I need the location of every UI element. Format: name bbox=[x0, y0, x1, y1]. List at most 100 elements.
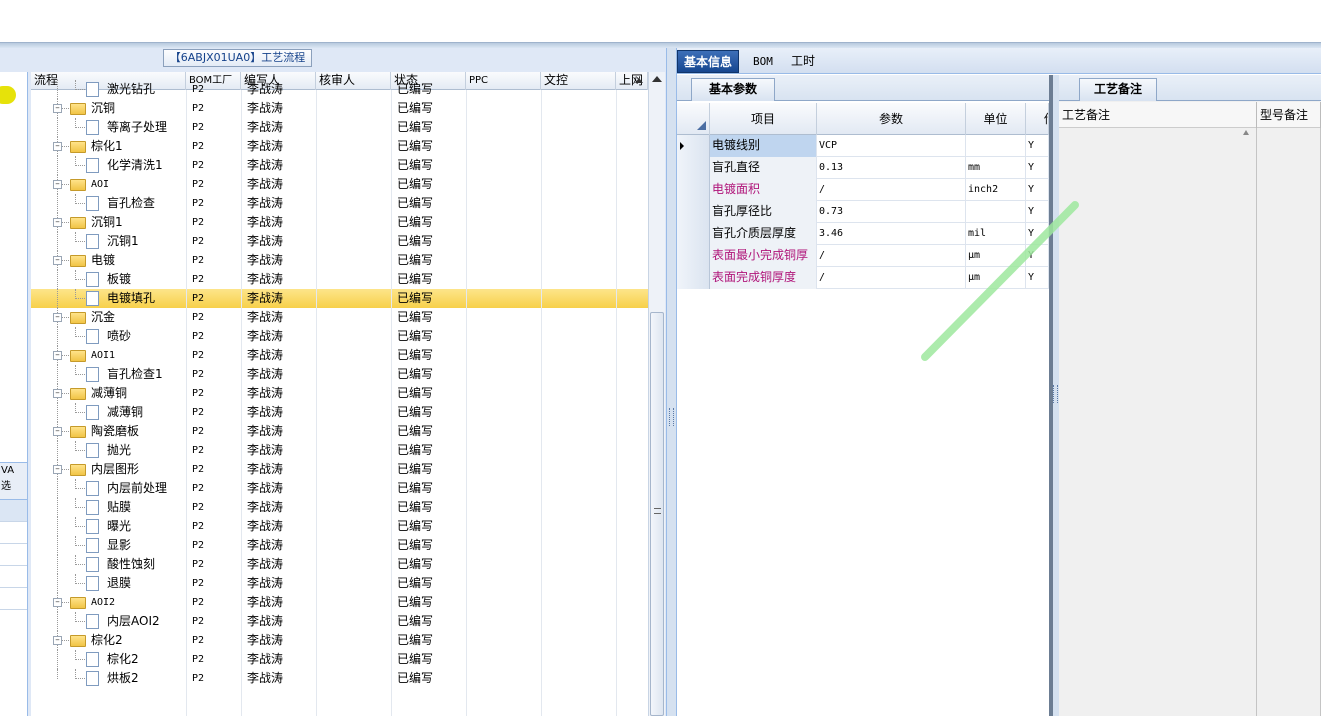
collapse-toggle-icon[interactable]: – bbox=[53, 389, 62, 398]
tree-row[interactable]: 等离子处理 P2 李战涛 已编写 bbox=[31, 118, 648, 137]
param-flag-cell[interactable]: Y bbox=[1026, 245, 1049, 267]
tree-row[interactable]: 棕化2 P2 李战涛 已编写 bbox=[31, 650, 648, 669]
param-unit-cell[interactable] bbox=[966, 201, 1026, 223]
param-flag-cell[interactable]: Y bbox=[1026, 179, 1049, 201]
tree-row[interactable]: 盲孔检查 P2 李战涛 已编写 bbox=[31, 194, 648, 213]
params-row[interactable]: 盲孔直径 0.13 mm Y bbox=[677, 157, 1049, 179]
params-row[interactable]: 表面完成铜厚度 / μm Y bbox=[677, 267, 1049, 289]
params-row[interactable]: 电镀线别 VCP Y bbox=[677, 135, 1049, 157]
column-header-unit[interactable]: 单位 bbox=[966, 103, 1026, 135]
tree-row[interactable]: 激光钻孔 P2 李战涛 已编写 bbox=[31, 80, 648, 99]
tree-row[interactable]: – 沉铜1 P2 李战涛 已编写 bbox=[31, 213, 648, 232]
param-unit-cell[interactable]: mm bbox=[966, 157, 1026, 179]
tree-row[interactable]: 盲孔检查1 P2 李战涛 已编写 bbox=[31, 365, 648, 384]
param-unit-cell[interactable] bbox=[966, 135, 1026, 157]
param-value-cell[interactable]: / bbox=[817, 245, 966, 267]
tree-row[interactable]: – 电镀 P2 李战涛 已编写 bbox=[31, 251, 648, 270]
tab-bom[interactable]: BOM bbox=[747, 50, 779, 73]
scroll-thumb[interactable] bbox=[650, 312, 664, 716]
splitter-handle-icon[interactable] bbox=[1053, 385, 1058, 403]
tree-row[interactable]: – 减薄铜 P2 李战涛 已编写 bbox=[31, 384, 648, 403]
notes-column-area[interactable] bbox=[1059, 128, 1257, 716]
tree-row[interactable]: 抛光 P2 李战涛 已编写 bbox=[31, 441, 648, 460]
column-header-model-notes[interactable]: 型号备注 bbox=[1257, 102, 1321, 128]
tab-process-notes[interactable]: 工艺备注 bbox=[1079, 78, 1157, 101]
notes-column-area[interactable] bbox=[1257, 128, 1321, 716]
column-header-upload[interactable]: 传 bbox=[1026, 103, 1049, 135]
param-value-cell[interactable]: / bbox=[817, 267, 966, 289]
param-flag-cell[interactable]: Y bbox=[1026, 201, 1049, 223]
param-item-cell[interactable]: 表面完成铜厚度 bbox=[710, 267, 817, 289]
param-item-cell[interactable]: 盲孔厚径比 bbox=[710, 201, 817, 223]
collapse-toggle-icon[interactable]: – bbox=[53, 351, 62, 360]
row-indicator[interactable] bbox=[677, 179, 710, 201]
param-value-cell[interactable]: / bbox=[817, 179, 966, 201]
collapse-toggle-icon[interactable]: – bbox=[53, 142, 62, 151]
tree-row[interactable]: 内层AOI2 P2 李战涛 已编写 bbox=[31, 612, 648, 631]
column-header-process-notes[interactable]: 工艺备注 bbox=[1059, 102, 1257, 128]
list-item[interactable] bbox=[0, 566, 27, 588]
param-item-cell[interactable]: 电镀线别 bbox=[710, 135, 817, 157]
param-value-cell[interactable]: VCP bbox=[817, 135, 966, 157]
param-value-cell[interactable]: 0.13 bbox=[817, 157, 966, 179]
tree-row[interactable]: 电镀填孔 P2 李战涛 已编写 bbox=[31, 289, 648, 308]
tree-row[interactable]: 内层前处理 P2 李战涛 已编写 bbox=[31, 479, 648, 498]
tree-row[interactable]: 曝光 P2 李战涛 已编写 bbox=[31, 517, 648, 536]
tab-work-hours[interactable]: 工时 bbox=[785, 50, 821, 73]
param-unit-cell[interactable]: μm bbox=[966, 267, 1026, 289]
param-item-cell[interactable]: 电镀面积 bbox=[710, 179, 817, 201]
params-row[interactable]: 盲孔介质层厚度 3.46 mil Y bbox=[677, 223, 1049, 245]
tree-row[interactable]: – 陶瓷磨板 P2 李战涛 已编写 bbox=[31, 422, 648, 441]
collapse-toggle-icon[interactable]: – bbox=[53, 256, 62, 265]
tree-row[interactable]: – 沉铜 P2 李战涛 已编写 bbox=[31, 99, 648, 118]
param-item-cell[interactable]: 盲孔介质层厚度 bbox=[710, 223, 817, 245]
tab-basic-params[interactable]: 基本参数 bbox=[691, 78, 775, 101]
collapse-toggle-icon[interactable]: – bbox=[53, 180, 62, 189]
tree-row[interactable]: – 内层图形 P2 李战涛 已编写 bbox=[31, 460, 648, 479]
param-value-cell[interactable]: 3.46 bbox=[817, 223, 966, 245]
param-item-cell[interactable]: 表面最小完成铜厚 bbox=[710, 245, 817, 267]
params-row[interactable]: 电镀面积 / inch2 Y bbox=[677, 179, 1049, 201]
tree-row[interactable]: 显影 P2 李战涛 已编写 bbox=[31, 536, 648, 555]
tree-row[interactable]: 喷砂 P2 李战涛 已编写 bbox=[31, 327, 648, 346]
param-unit-cell[interactable]: inch2 bbox=[966, 179, 1026, 201]
column-header-item[interactable]: 项目 bbox=[710, 103, 817, 135]
tab-basic-info[interactable]: 基本信息 bbox=[677, 50, 740, 73]
tree-row[interactable]: 化学清洗1 P2 李战涛 已编写 bbox=[31, 156, 648, 175]
list-item[interactable] bbox=[0, 588, 27, 610]
tree-row[interactable]: – 棕化2 P2 李战涛 已编写 bbox=[31, 631, 648, 650]
collapse-toggle-icon[interactable]: – bbox=[53, 313, 62, 322]
param-item-cell[interactable]: 盲孔直径 bbox=[710, 157, 817, 179]
params-row[interactable]: 表面最小完成铜厚 / μm Y bbox=[677, 245, 1049, 267]
grid-corner[interactable] bbox=[677, 103, 710, 135]
row-indicator[interactable] bbox=[677, 245, 710, 267]
tree-row[interactable]: – AOI2 P2 李战涛 已编写 bbox=[31, 593, 648, 612]
row-indicator[interactable] bbox=[677, 157, 710, 179]
tree-row[interactable]: – AOI1 P2 李战涛 已编写 bbox=[31, 346, 648, 365]
param-unit-cell[interactable]: μm bbox=[966, 245, 1026, 267]
row-indicator[interactable] bbox=[677, 135, 710, 157]
tree-row[interactable]: – 棕化1 P2 李战涛 已编写 bbox=[31, 137, 648, 156]
tree-row[interactable]: 板镀 P2 李战涛 已编写 bbox=[31, 270, 648, 289]
collapse-toggle-icon[interactable]: – bbox=[53, 104, 62, 113]
tree-scrollbar[interactable] bbox=[648, 72, 665, 716]
collapse-toggle-icon[interactable]: – bbox=[53, 427, 62, 436]
list-item[interactable] bbox=[0, 544, 27, 566]
param-unit-cell[interactable]: mil bbox=[966, 223, 1026, 245]
collapse-toggle-icon[interactable]: – bbox=[53, 218, 62, 227]
scroll-up-icon[interactable] bbox=[1243, 130, 1249, 135]
tree-row[interactable]: 烘板2 P2 李战涛 已编写 bbox=[31, 669, 648, 688]
tree-row[interactable]: 退膜 P2 李战涛 已编写 bbox=[31, 574, 648, 593]
param-flag-cell[interactable]: Y bbox=[1026, 135, 1049, 157]
tree-row[interactable]: 沉铜1 P2 李战涛 已编写 bbox=[31, 232, 648, 251]
tree-row[interactable]: 贴膜 P2 李战涛 已编写 bbox=[31, 498, 648, 517]
params-row[interactable]: 盲孔厚径比 0.73 Y bbox=[677, 201, 1049, 223]
collapse-toggle-icon[interactable]: – bbox=[53, 598, 62, 607]
row-indicator[interactable] bbox=[677, 201, 710, 223]
tree-row[interactable]: 减薄铜 P2 李战涛 已编写 bbox=[31, 403, 648, 422]
row-indicator[interactable] bbox=[677, 267, 710, 289]
splitter-handle-icon[interactable] bbox=[669, 408, 674, 426]
param-flag-cell[interactable]: Y bbox=[1026, 267, 1049, 289]
list-item[interactable] bbox=[0, 522, 27, 544]
tree-row[interactable]: 酸性蚀刻 P2 李战涛 已编写 bbox=[31, 555, 648, 574]
